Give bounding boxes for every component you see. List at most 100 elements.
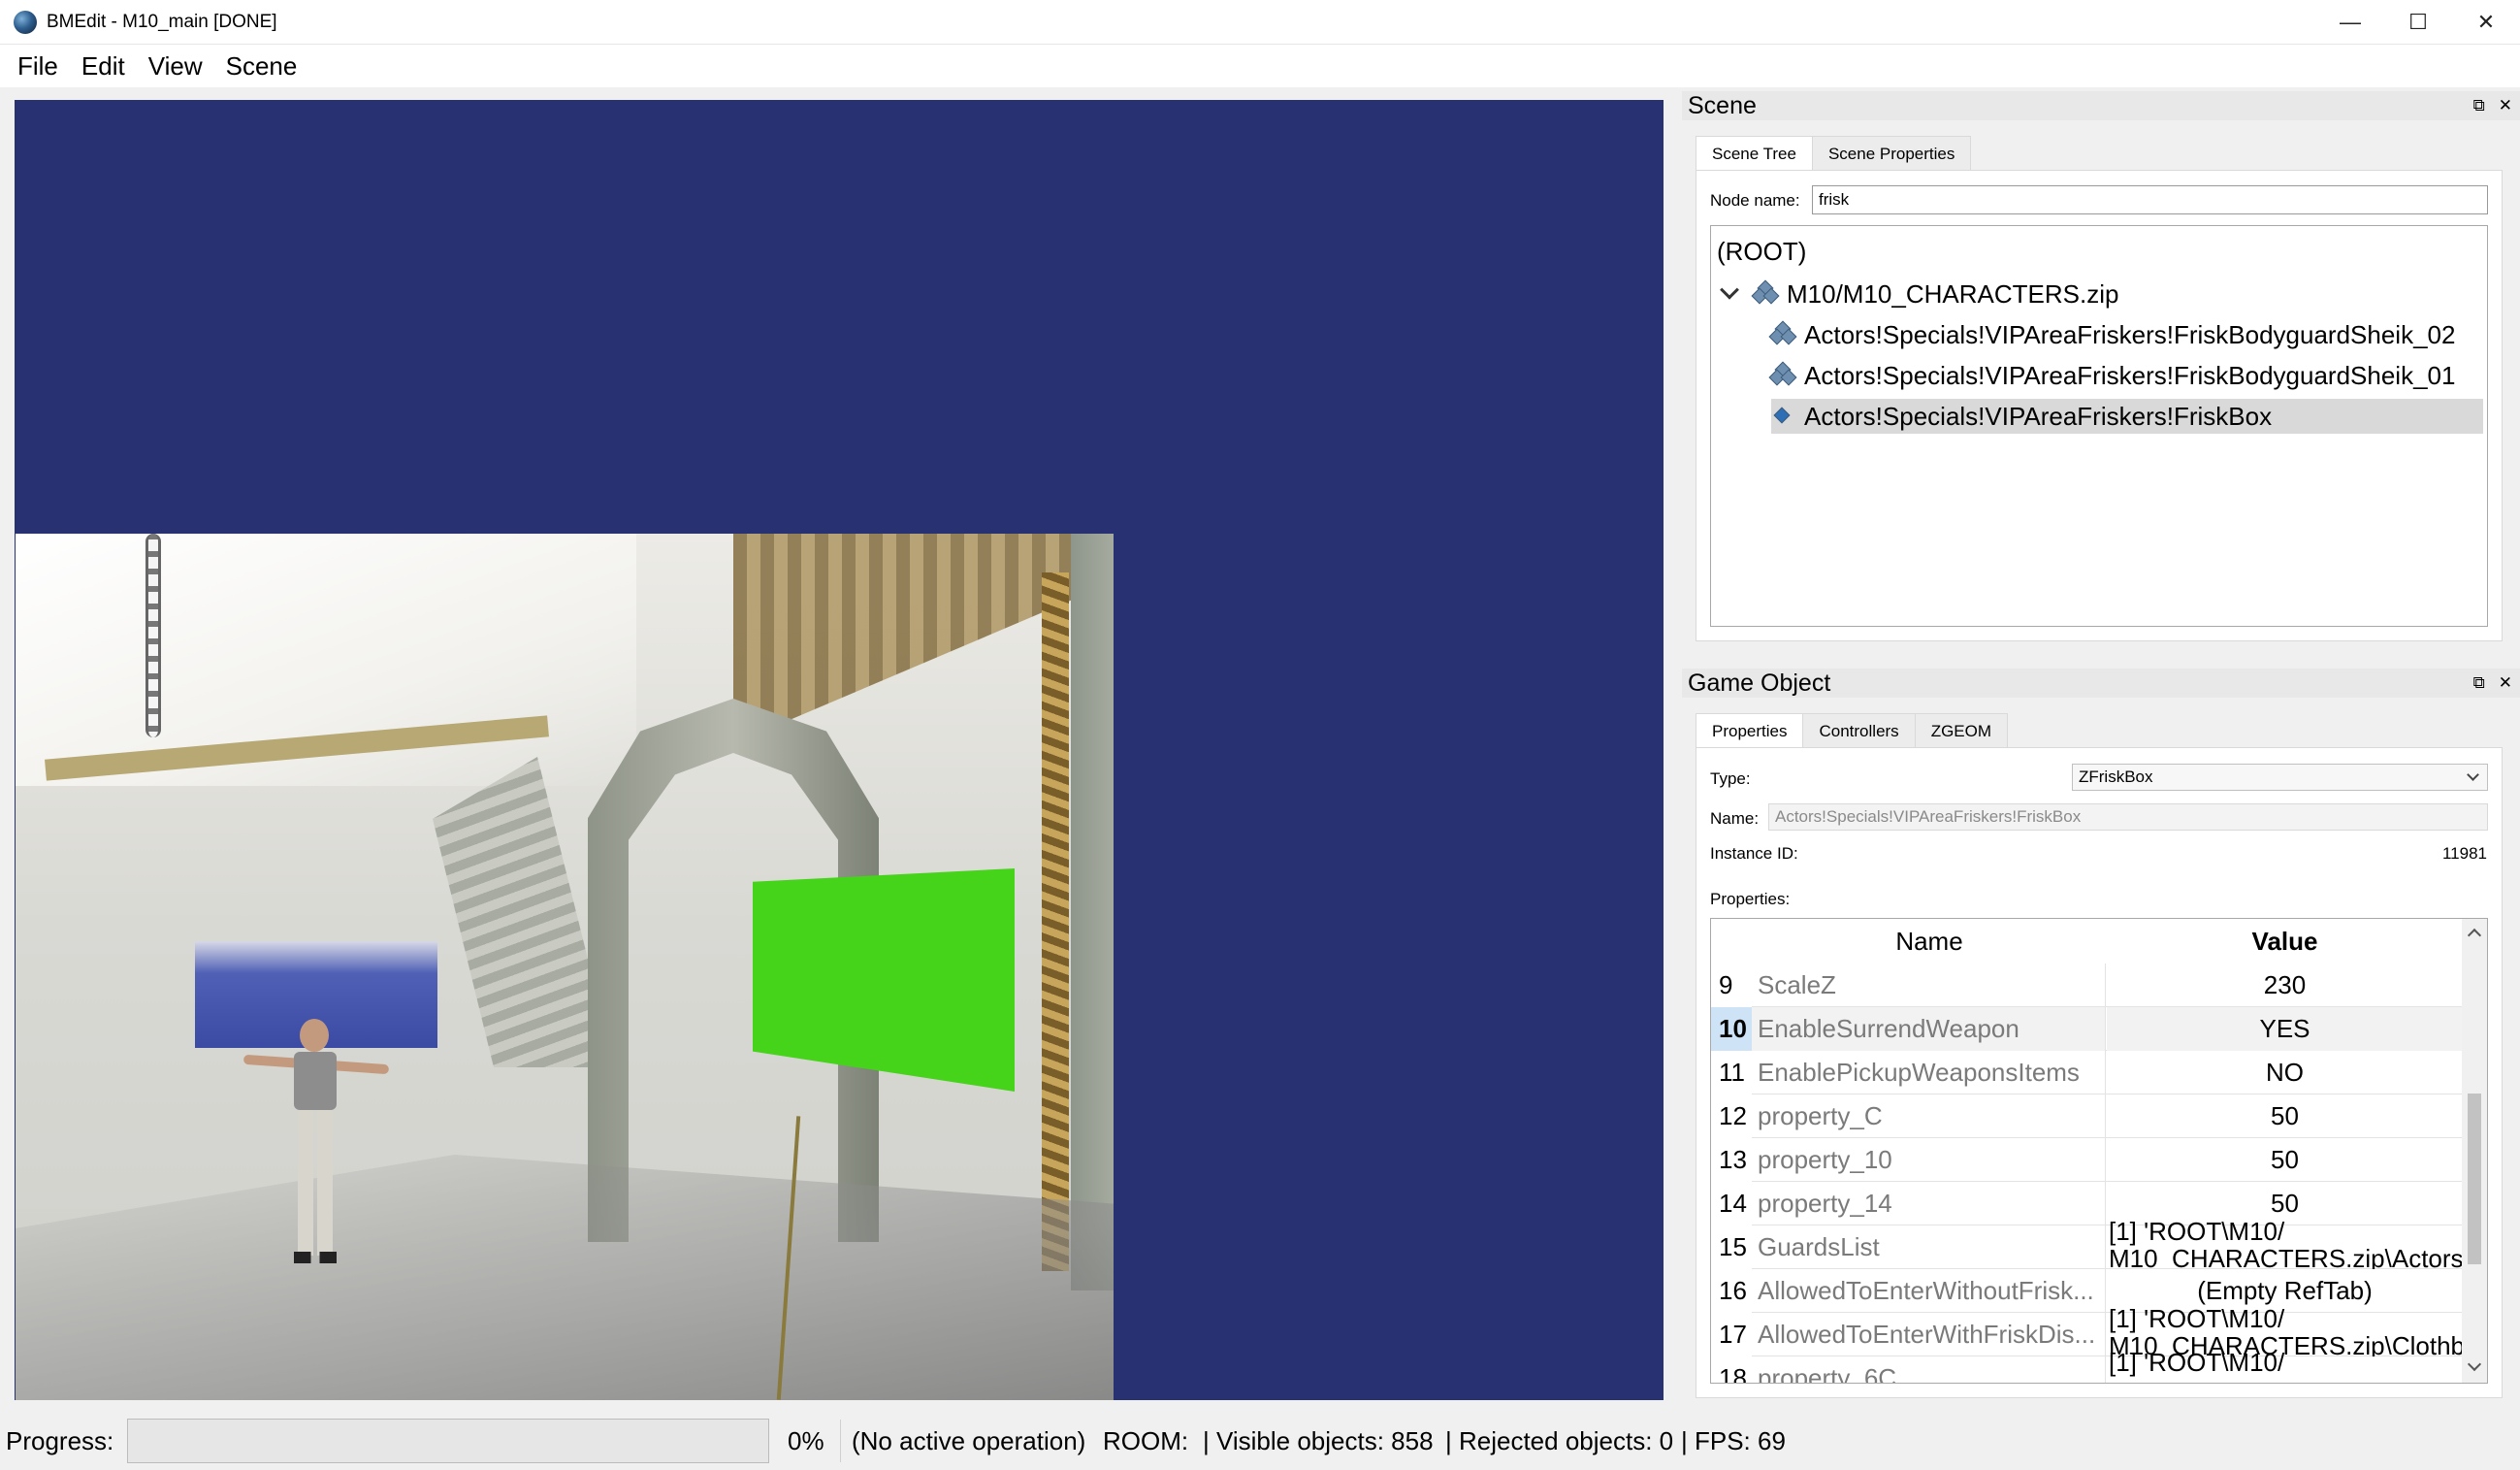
window-title: BMEdit - M10_main [DONE]: [47, 11, 277, 32]
float-icon[interactable]: ⧉: [2473, 673, 2485, 693]
close-icon[interactable]: ✕: [2499, 96, 2512, 115]
row-number: 9: [1711, 964, 1752, 1007]
row-number: 18: [1711, 1356, 1752, 1383]
property-value[interactable]: 230: [2107, 964, 2463, 1007]
tree-group[interactable]: M10/M10_CHARACTERS.zip: [1720, 277, 2119, 311]
3d-viewport[interactable]: [15, 100, 1664, 1400]
group-icon: [1751, 279, 1780, 306]
property-name: ScaleZ: [1752, 964, 2106, 1007]
progress-label: Progress:: [6, 1426, 114, 1455]
render-stairs: [433, 757, 607, 1067]
tree-item-label: Actors!Specials!VIPAreaFriskers!FriskBod…: [1804, 320, 2456, 349]
game-object-tabs: Properties Controllers ZGEOM: [1696, 713, 2009, 748]
type-label: Type:: [1710, 769, 1751, 788]
fps-status: | FPS: 69: [1681, 1426, 1786, 1455]
property-value[interactable]: YES: [2107, 1007, 2463, 1051]
scene-render[interactable]: [16, 534, 1114, 1400]
node-name-input[interactable]: frisk: [1812, 185, 2488, 214]
menu-scene[interactable]: Scene: [214, 51, 309, 82]
table-row[interactable]: 11 EnablePickupWeaponsItems NO: [1711, 1051, 2463, 1094]
table-row[interactable]: 12 property_C 50: [1711, 1094, 2463, 1138]
property-name: property_14: [1752, 1182, 2106, 1225]
property-value[interactable]: 50: [2107, 1138, 2463, 1182]
tab-scene-properties[interactable]: Scene Properties: [1811, 136, 1972, 171]
render-wall: [1071, 534, 1114, 1290]
instance-id-value: 11981: [2441, 844, 2487, 863]
table-row[interactable]: 9 ScaleZ 230: [1711, 964, 2463, 1007]
tree-group-label: M10/M10_CHARACTERS.zip: [1787, 279, 2119, 309]
tab-controllers[interactable]: Controllers: [1802, 713, 1916, 748]
table-row[interactable]: 15 GuardsList [1] 'ROOT\M10/ M10_CHARACT…: [1711, 1218, 2463, 1269]
tree-item[interactable]: Actors!Specials!VIPAreaFriskers!FriskBod…: [1768, 317, 2456, 352]
property-name: AllowedToEnterWithFriskDis...: [1752, 1313, 2106, 1356]
property-value[interactable]: [1] 'ROOT\M10/ M10_CHARACTERS.zip\Actors…: [2107, 1218, 2463, 1269]
properties-label: Properties:: [1710, 890, 1791, 908]
property-value[interactable]: NO: [2107, 1051, 2463, 1094]
scroll-down-icon[interactable]: [2467, 1356, 2482, 1372]
property-value[interactable]: 50: [2107, 1094, 2463, 1138]
tree-item-label: Actors!Specials!VIPAreaFriskers!FriskBod…: [1804, 361, 2456, 390]
chevron-down-icon: [2467, 768, 2479, 781]
tab-properties[interactable]: Properties: [1696, 713, 1804, 748]
progress-percent: 0%: [788, 1426, 824, 1455]
row-number: 12: [1711, 1094, 1752, 1138]
table-row[interactable]: 13 property_10 50: [1711, 1138, 2463, 1182]
tab-scene-tree[interactable]: Scene Tree: [1696, 136, 1813, 171]
chevron-down-icon[interactable]: [1720, 279, 1739, 300]
game-object-dock-title: Game Object: [1688, 669, 1831, 697]
float-icon[interactable]: ⧉: [2473, 96, 2485, 115]
visible-objects-status: | Visible objects: 858: [1203, 1426, 1434, 1455]
property-name: property_6C: [1752, 1356, 2106, 1383]
character-feet: [294, 1252, 337, 1263]
minimize-button[interactable]: —: [2316, 0, 2384, 45]
maximize-button[interactable]: ☐: [2384, 0, 2452, 45]
property-name: property_C: [1752, 1094, 2106, 1138]
game-object-dock-header: Game Object ⧉ ✕: [1682, 669, 2520, 698]
menu-bar: File Edit View Scene: [0, 45, 2520, 87]
property-value[interactable]: [1] 'ROOT\M10/: [2107, 1349, 2463, 1383]
property-name: property_10: [1752, 1138, 2106, 1182]
window-controls: — ☐ ✕: [2316, 0, 2520, 45]
instance-id-label: Instance ID:: [1710, 844, 1798, 863]
render-pillar: [1042, 572, 1069, 1271]
tree-root[interactable]: (ROOT): [1717, 234, 1806, 269]
render-green-panel: [753, 868, 1015, 1092]
tab-zgeom[interactable]: ZGEOM: [1914, 713, 2009, 748]
property-name: EnableSurrendWeapon: [1752, 1007, 2106, 1051]
column-name-header[interactable]: Name: [1752, 919, 2107, 964]
table-row[interactable]: 18 property_6C [1] 'ROOT\M10/: [1711, 1349, 2463, 1383]
node-name-label: Node name:: [1710, 191, 1800, 210]
property-name: GuardsList: [1752, 1225, 2106, 1269]
close-icon[interactable]: ✕: [2499, 673, 2512, 693]
menu-file[interactable]: File: [6, 51, 70, 82]
group-icon: [1768, 361, 1797, 387]
column-value-header[interactable]: Value: [2107, 919, 2463, 964]
tree-item-selected[interactable]: Actors!Specials!VIPAreaFriskers!FriskBox: [1771, 399, 2483, 434]
character-legs: [298, 1110, 333, 1256]
table-scrollbar[interactable]: [2462, 919, 2487, 1383]
row-number: 15: [1711, 1225, 1752, 1269]
row-number: 11: [1711, 1051, 1752, 1094]
menu-edit[interactable]: Edit: [70, 51, 137, 82]
scene-tree: (ROOT) M10/M10_CHARACTERS.zip Actors!Spe…: [1710, 225, 2488, 627]
table-row-current[interactable]: 10 EnableSurrendWeapon YES: [1711, 1007, 2463, 1051]
row-number: 10: [1711, 1007, 1752, 1051]
scrollbar-thumb[interactable]: [2468, 1094, 2481, 1264]
app-icon: [14, 10, 37, 34]
scene-dock-title: Scene: [1688, 91, 1757, 119]
tree-item[interactable]: Actors!Specials!VIPAreaFriskers!FriskBod…: [1768, 358, 2456, 393]
character-head: [300, 1019, 329, 1052]
type-select[interactable]: ZFriskBox: [2072, 764, 2488, 791]
close-button[interactable]: ✕: [2452, 0, 2520, 45]
row-number: 16: [1711, 1269, 1752, 1313]
progress-bar: [127, 1419, 769, 1463]
type-select-value: ZFriskBox: [2079, 768, 2153, 786]
table-header: Name Value: [1711, 919, 2463, 964]
scene-tabs: Scene Tree Scene Properties: [1696, 136, 1972, 171]
menu-view[interactable]: View: [137, 51, 214, 82]
render-floor-shadow: [16, 1155, 1114, 1400]
render-character: [242, 1019, 390, 1271]
group-icon: [1768, 320, 1797, 346]
scroll-up-icon[interactable]: [2467, 928, 2482, 943]
render-chain: [145, 534, 161, 737]
